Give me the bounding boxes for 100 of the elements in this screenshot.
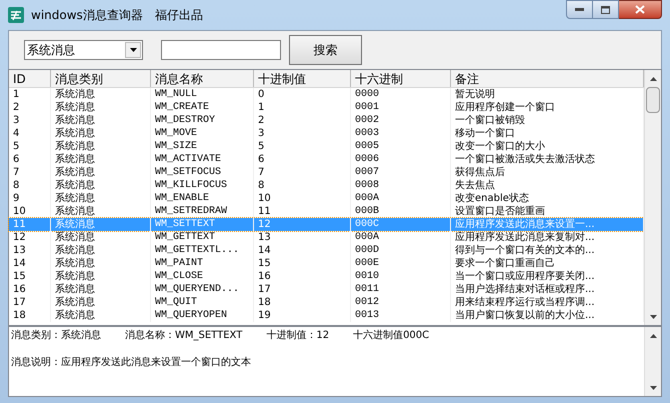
detail-text: 消息类别：系统消息: [11, 328, 101, 343]
table-cell: WM_CLOSE: [151, 270, 254, 283]
table-cell: WM_GETTEXTL...: [151, 244, 254, 257]
category-dropdown[interactable]: 系统消息: [24, 40, 143, 60]
table-cell: 9: [9, 192, 51, 205]
table-cell: 0001: [351, 101, 451, 114]
column-header[interactable]: ID: [9, 70, 51, 87]
close-icon: [635, 5, 645, 14]
table-cell: 13: [9, 244, 51, 257]
table-cell: 3: [9, 114, 51, 127]
table-cell: 10: [254, 192, 351, 205]
table-cell: WM_GETTEXT: [151, 231, 254, 244]
table-cell: WM_SIZE: [151, 140, 254, 153]
table-cell: 0003: [351, 127, 451, 140]
table-cell: WM_QUERYOPEN: [151, 309, 254, 322]
column-header[interactable]: 消息名称: [151, 70, 254, 87]
table-cell: 系统消息: [51, 244, 151, 257]
table-cell: 16: [9, 283, 51, 296]
table-cell: 6: [254, 153, 351, 166]
table-cell: 15: [254, 257, 351, 270]
table-cell: 系统消息: [51, 166, 151, 179]
table-cell: 0011: [351, 283, 451, 296]
table-cell: 3: [254, 127, 351, 140]
table-cell: WM_ACTIVATE: [151, 153, 254, 166]
table-cell: WM_DESTROY: [151, 114, 254, 127]
table-cell: 11: [9, 218, 51, 231]
maximize-button[interactable]: [593, 0, 619, 19]
table-cell: 14: [254, 244, 351, 257]
table-cell: WM_SETFOCUS: [151, 166, 254, 179]
table-cell: 系统消息: [51, 296, 151, 309]
table-cell: 0008: [351, 179, 451, 192]
table-cell: 系统消息: [51, 218, 151, 231]
table-cell: WM_MOVE: [151, 127, 254, 140]
table-cell: 2: [9, 101, 51, 114]
table-cell: 系统消息: [51, 101, 151, 114]
table-cell: 0013: [351, 309, 451, 322]
close-button[interactable]: [619, 0, 662, 19]
table-cell: WM_QUERYEND...: [151, 283, 254, 296]
column-header[interactable]: 十六进制: [351, 70, 451, 87]
scrollbar[interactable]: [644, 70, 661, 325]
table-cell: 000C: [351, 218, 451, 231]
detail-text: 十进制值：12: [266, 328, 330, 343]
table-cell: 12: [254, 218, 351, 231]
table-cell: 系统消息: [51, 283, 151, 296]
table-cell: WM_PAINT: [151, 257, 254, 270]
table-cell: 000A: [351, 192, 451, 205]
table-cell: 0010: [351, 270, 451, 283]
table-cell: 000A: [351, 231, 451, 244]
search-button[interactable]: 搜索: [289, 35, 362, 65]
table-cell: 6: [9, 153, 51, 166]
table-cell: 8: [9, 179, 51, 192]
app-icon: [7, 6, 25, 24]
table-cell: WM_ENABLE: [151, 192, 254, 205]
search-field[interactable]: [161, 40, 281, 60]
table-cell: 18: [9, 309, 51, 322]
table-cell: WM_QUIT: [151, 296, 254, 309]
detail-text: 十六进制值000C: [353, 328, 430, 343]
table-cell: 系统消息: [51, 88, 151, 101]
table-cell: WM_KILLFOCUS: [151, 179, 254, 192]
table-cell: WM_SETTEXT: [151, 218, 254, 231]
table-cell: 0005: [351, 140, 451, 153]
table-cell: 系统消息: [51, 127, 151, 140]
table-cell: 系统消息: [51, 179, 151, 192]
table-cell: 17: [254, 283, 351, 296]
table-cell: 系统消息: [51, 270, 151, 283]
table-cell: 14: [9, 257, 51, 270]
table-cell: 0006: [351, 153, 451, 166]
table-cell: 19: [254, 309, 351, 322]
table-cell: 16: [254, 270, 351, 283]
table-cell: 7: [254, 166, 351, 179]
minimize-button[interactable]: [566, 0, 593, 19]
column-header[interactable]: 消息类别: [51, 70, 151, 87]
table-cell: 0000: [351, 88, 451, 101]
table-cell: 系统消息: [51, 153, 151, 166]
column-header[interactable]: 十进制值: [254, 70, 351, 87]
maximize-icon: [601, 6, 610, 14]
table-cell: 系统消息: [51, 114, 151, 127]
table-cell: 15: [9, 270, 51, 283]
table-cell: 000E: [351, 257, 451, 270]
table-cell: WM_CREATE: [151, 101, 254, 114]
table-cell: 0012: [351, 296, 451, 309]
table-cell: 8: [254, 179, 351, 192]
table-cell: 5: [9, 140, 51, 153]
scroll-thumb[interactable]: [646, 87, 660, 113]
table-cell: 13: [254, 231, 351, 244]
table-cell: 系统消息: [51, 140, 151, 153]
window-subtitle: 福仔出品: [154, 7, 203, 24]
table-cell: 系统消息: [51, 257, 151, 270]
table-cell: 5: [254, 140, 351, 153]
table-cell: WM_NULL: [151, 88, 254, 101]
scrollbar[interactable]: [644, 327, 661, 396]
table-cell: 000D: [351, 244, 451, 257]
table-cell: 7: [9, 166, 51, 179]
table-cell: 17: [9, 296, 51, 309]
table-cell: 系统消息: [51, 309, 151, 322]
table-cell: 系统消息: [51, 231, 151, 244]
table-cell: 2: [254, 114, 351, 127]
description-text: 消息说明：应用程序发送此消息来设置一个窗口的文本: [11, 356, 252, 370]
window-title: windows消息查询器: [31, 7, 143, 24]
table-cell: 18: [254, 296, 351, 309]
